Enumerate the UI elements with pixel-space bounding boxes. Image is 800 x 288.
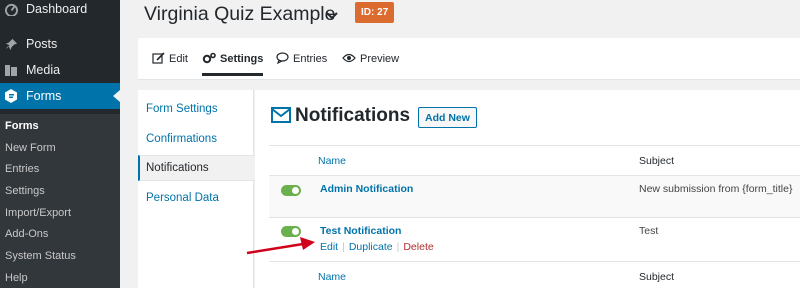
forms-submenu: Forms New Form Entries Settings Import/E… [0,114,120,288]
separator: | [396,241,400,253]
tab-label: Preview [360,53,400,65]
notification-subject: New submission from {form_title} [639,183,793,195]
column-name[interactable]: Name [318,155,346,167]
menu-item-media[interactable]: Media [0,57,120,83]
tab-settings[interactable]: Settings [202,38,264,80]
notifications-panel: Notifications Add New Name Subject Admin… [255,90,800,288]
chevron-down-icon[interactable] [326,9,338,23]
row-actions: Edit | Duplicate | Delete [320,241,434,253]
nav-form-settings[interactable]: Form Settings [138,96,254,122]
form-toolbar: Edit Settings Entries Preview [138,38,800,80]
column-subject: Subject [639,271,675,283]
separator: | [342,241,345,253]
envelope-icon [271,106,291,126]
table-header: Name Subject [269,145,800,175]
submenu-add-ons[interactable]: Add-Ons [5,228,48,240]
dashboard-icon [4,2,18,16]
menu-label: Forms [26,89,62,103]
table-row: Admin Notification New submission from {… [269,175,800,217]
tab-label: Settings [220,53,264,65]
column-name[interactable]: Name [318,271,346,283]
notifications-heading: Notifications [271,105,410,127]
red-arrow-annotation [245,234,317,259]
tab-entries[interactable]: Entries [276,38,327,80]
tab-label: Entries [293,53,328,65]
submenu-entries[interactable]: Entries [5,163,39,175]
menu-label: Dashboard [26,2,88,16]
form-id-badge: ID: 27 [355,2,395,23]
table-footer: Name Subject [269,261,800,288]
form-title: Virginia Quiz Example [144,3,336,25]
submenu-system-status[interactable]: System Status [5,250,76,262]
media-icon [4,63,18,77]
column-subject: Subject [639,155,675,167]
nav-personal-data[interactable]: Personal Data [138,185,254,211]
menu-item-forms[interactable]: Forms [0,83,120,109]
notification-name[interactable]: Test Notification [320,225,401,237]
submenu-import-export[interactable]: Import/Export [5,207,71,219]
submenu-settings[interactable]: Settings [5,185,45,197]
eye-icon [342,53,360,66]
gears-icon [202,52,220,67]
submenu-help[interactable]: Help [5,272,28,284]
delete-link[interactable]: Delete [403,241,433,253]
active-toggle[interactable] [281,185,301,196]
tab-preview[interactable]: Preview [342,38,399,80]
submenu-new-form[interactable]: New Form [5,142,56,154]
speech-bubble-icon [276,51,293,67]
edit-link[interactable]: Edit [320,241,338,253]
duplicate-link[interactable]: Duplicate [349,241,393,253]
submenu-forms[interactable]: Forms [5,120,39,132]
menu-label: Posts [26,37,58,51]
add-new-button[interactable]: Add New [418,107,477,128]
tab-label: Edit [169,53,188,65]
admin-sidebar: Dashboard Posts Media Forms Forms New Fo… [0,0,120,288]
page-title: Notifications [295,105,411,126]
menu-label: Media [26,63,61,77]
nav-notifications[interactable]: Notifications [138,155,254,181]
forms-icon [4,89,18,103]
menu-item-dashboard[interactable]: Dashboard [0,0,120,22]
notification-name[interactable]: Admin Notification [320,183,413,195]
settings-subnav: Form Settings Confirmations Notification… [138,90,254,288]
nav-confirmations[interactable]: Confirmations [138,126,254,152]
edit-icon [152,51,169,67]
tab-edit[interactable]: Edit [152,38,188,80]
pushpin-icon [4,37,18,51]
notification-subject: Test [639,225,659,237]
table-row: Test Notification Test Edit | Duplicate … [269,217,800,261]
menu-item-posts[interactable]: Posts [0,31,120,57]
